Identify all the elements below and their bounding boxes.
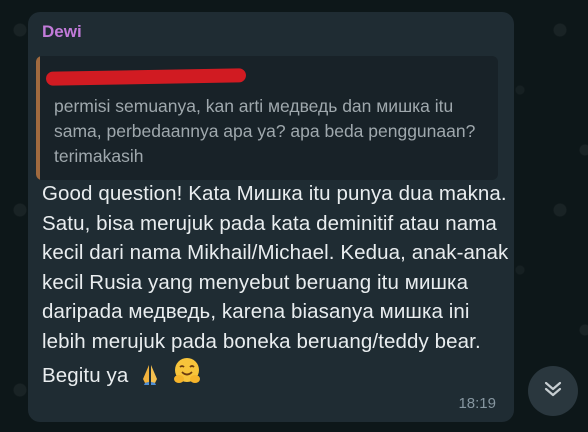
double-chevron-down-icon [542, 378, 564, 405]
hugging-face-icon [172, 356, 202, 395]
folded-hands-icon [138, 362, 162, 395]
scroll-to-bottom-button[interactable] [528, 366, 578, 416]
message-body: Good question! Kata Мишка itu punya dua … [42, 179, 510, 395]
sender-name[interactable]: Dewi [42, 22, 82, 42]
message-timestamp: 18:19 [458, 395, 496, 412]
redacted-quote-author [45, 68, 247, 86]
quoted-message-text: permisi semuanya, kan arti медведь dan м… [54, 96, 476, 166]
message-body-text: Good question! Kata Мишка itu punya dua … [42, 182, 509, 387]
quoted-message[interactable]: permisi semuanya, kan arti медведь dan м… [36, 56, 498, 180]
message-bubble[interactable]: Dewi permisi semuanya, kan arti медведь … [28, 12, 514, 422]
quote-accent-bar [36, 56, 40, 180]
